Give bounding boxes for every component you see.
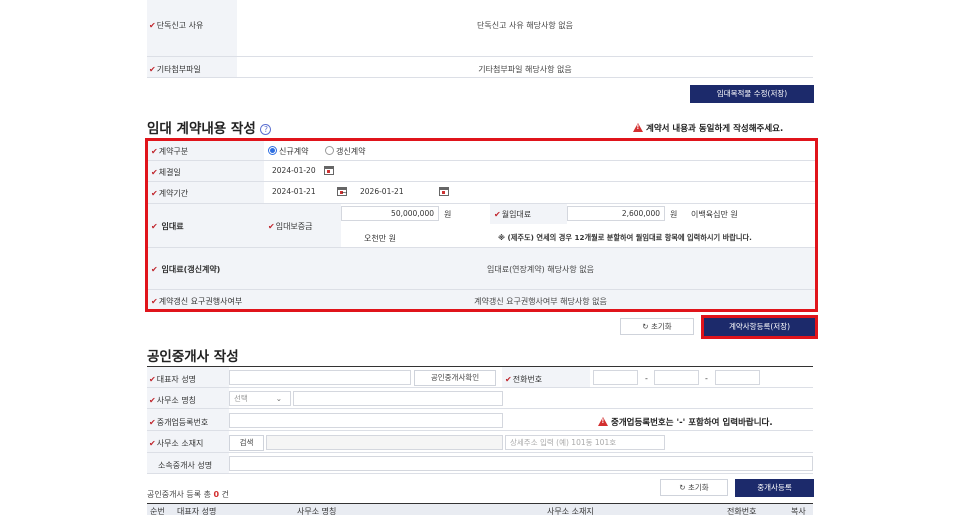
phone-part2-input[interactable]	[654, 370, 699, 385]
phone-separator: -	[645, 374, 648, 383]
edit-rental-object-button[interactable]: 임대목적물 수정(저장)	[690, 85, 814, 103]
member-agent-input[interactable]	[229, 456, 813, 471]
address-input[interactable]	[266, 435, 503, 450]
reg-warning: 중개업등록번호는 '-' 포함하여 입력바랍니다.	[598, 416, 773, 428]
verify-agent-button[interactable]: 공인중개사확인	[414, 370, 496, 386]
warning-icon	[598, 417, 608, 426]
phone-part1-input[interactable]	[593, 370, 638, 385]
phone-separator: -	[705, 374, 708, 383]
agent-count: 공인중개사 등록 총 0 건	[147, 490, 230, 499]
member-agent-label: 소속중개사 성명	[158, 461, 213, 470]
office-name-input[interactable]	[293, 391, 503, 406]
refresh-icon: ↻	[679, 483, 686, 492]
rep-name-label: ✔대표자 성명	[149, 375, 197, 384]
single-report-label: ✔단독신고 사유	[149, 21, 204, 30]
office-select[interactable]: 선택 ⌄	[229, 391, 291, 406]
contract-warning: 계약서 내용과 동일하게 작성해주세요.	[633, 122, 783, 134]
contract-section-title: 임대 계약내용 작성 ?	[147, 117, 272, 137]
agent-register-button[interactable]: 중개사등록	[735, 479, 814, 497]
refresh-icon: ↻	[642, 322, 649, 331]
help-icon[interactable]: ?	[260, 124, 272, 135]
phone-part3-input[interactable]	[715, 370, 760, 385]
contract-reset-button[interactable]: ↻ 초기화	[620, 318, 694, 335]
rep-name-input[interactable]	[229, 370, 411, 385]
attachment-label: ✔기타첨부파일	[149, 65, 201, 74]
chevron-down-icon: ⌄	[275, 394, 282, 403]
address-label: ✔사무소 소재지	[149, 439, 204, 448]
office-name-label: ✔사무소 명칭	[149, 396, 197, 405]
address-detail-input[interactable]: 상세주소 입력 (예) 101동 101호	[505, 435, 665, 450]
agent-section-title: 공인중개사 작성	[147, 349, 239, 365]
contract-register-button[interactable]: 계약사항등록(저장)	[704, 318, 815, 336]
phone-label: ✔전화번호	[505, 375, 543, 384]
contract-highlight-box	[145, 138, 818, 312]
agent-reset-button[interactable]: ↻ 초기화	[660, 479, 728, 496]
reg-number-label: ✔중개업등록번호	[149, 418, 209, 427]
attachment-value: 기타첨부파일 해당사항 없음	[478, 65, 572, 74]
reg-number-input[interactable]	[229, 413, 503, 428]
address-search-button[interactable]: 검색	[229, 435, 264, 451]
warning-icon	[633, 123, 643, 132]
agent-table-header: 순번 대표자 성명 사무소 명칭 사무소 소재지 전화번호 복사	[147, 503, 813, 516]
single-report-value: 단독신고 사유 해당사항 없음	[477, 21, 573, 30]
